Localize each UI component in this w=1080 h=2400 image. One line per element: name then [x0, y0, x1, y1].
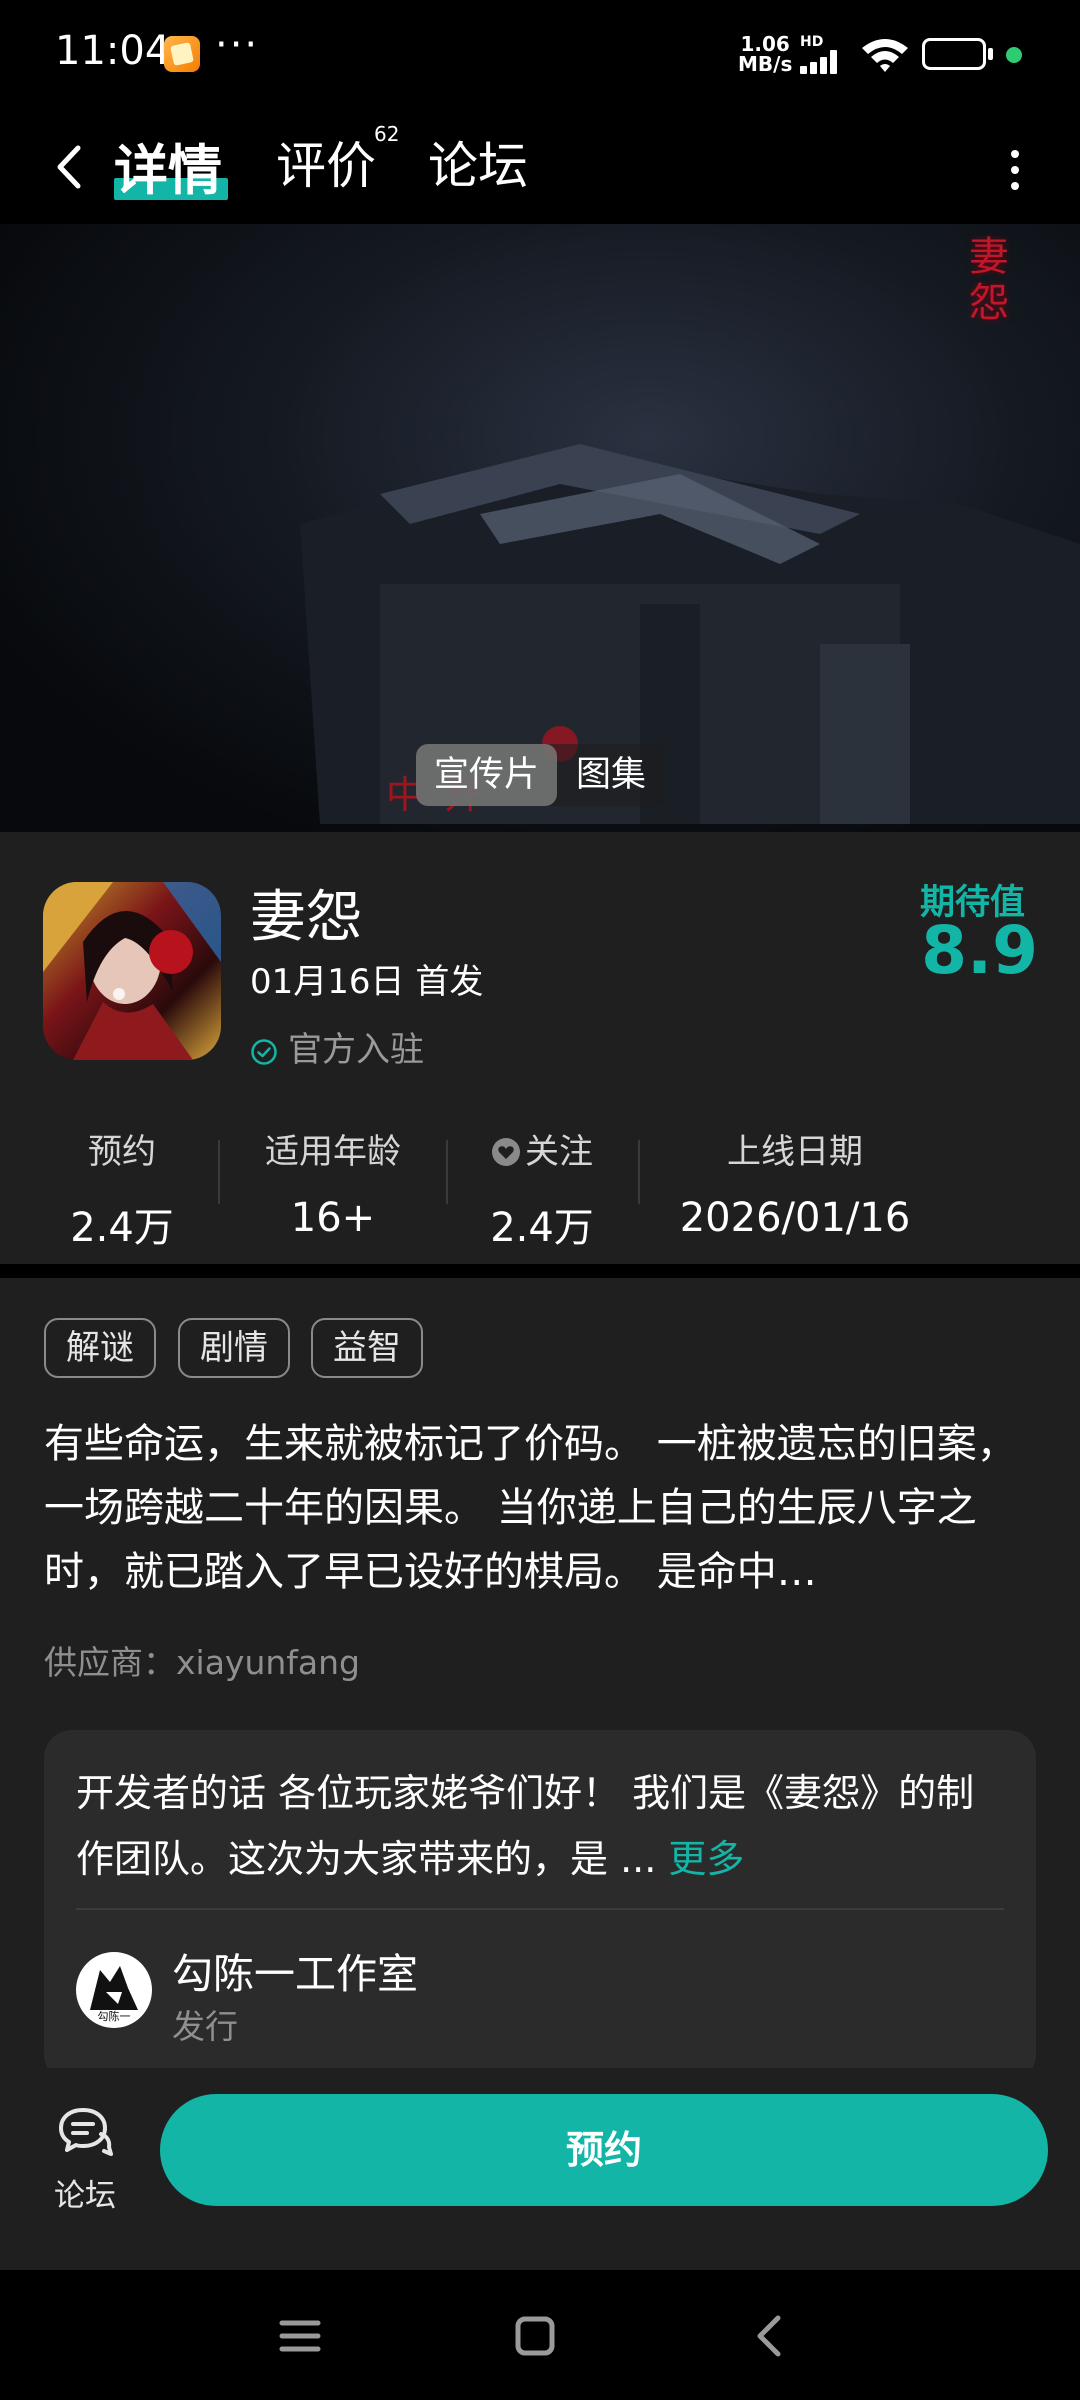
- stat-divider: [218, 1140, 220, 1204]
- battery-percent: 62: [939, 42, 969, 66]
- supplier-text: 供应商：xiayunfang: [44, 1643, 360, 1682]
- expectation-score: 8.9: [921, 912, 1038, 989]
- game-app-icon: [43, 882, 221, 1060]
- stat-follow-label: 关注: [472, 1124, 612, 1173]
- studio-logo[interactable]: 勾陈一: [76, 1952, 152, 2028]
- network-speed-value: 1.06: [740, 32, 790, 56]
- tag-puzzle[interactable]: 解谜: [44, 1318, 156, 1378]
- stat-divider: [446, 1140, 448, 1204]
- tag-story[interactable]: 剧情: [178, 1318, 290, 1378]
- menu-icon[interactable]: [270, 2306, 330, 2366]
- tab-forum-label: 论坛: [428, 137, 528, 195]
- status-time: 11:04: [55, 28, 171, 74]
- stat-value: 2.4万: [70, 1205, 174, 1251]
- hero-artwork: [300, 444, 1080, 824]
- tab-details[interactable]: 详情: [114, 126, 222, 205]
- notification-app-icon: [164, 36, 200, 72]
- studio-role: 发行: [172, 2007, 238, 2046]
- back-arrow-icon[interactable]: [44, 132, 104, 202]
- top-nav: 详情 评价 62 论坛: [0, 108, 1080, 224]
- network-speed-unit: MB/s: [738, 52, 793, 76]
- hero-red-title: 妻怨: [969, 234, 1009, 326]
- section-divider: [0, 1264, 1080, 1278]
- official-badge: 官方入驻: [250, 1022, 424, 1071]
- forum-chat-icon: [59, 2108, 113, 2156]
- reserve-button[interactable]: 预约: [160, 2094, 1048, 2206]
- system-nav-bar: [0, 2270, 1080, 2400]
- studio-logo-text: 勾陈一: [98, 2009, 131, 2023]
- stat-divider: [638, 1140, 640, 1204]
- forum-button[interactable]: 论坛: [40, 2104, 130, 2224]
- cellular-signal-icon: [800, 50, 846, 74]
- wifi-icon: [862, 39, 908, 72]
- bottom-action-bar: 论坛 预约: [0, 2068, 1080, 2270]
- stat-reservations: 预约 2.4万: [52, 1124, 192, 1253]
- game-icon-art: [43, 882, 221, 1060]
- status-bar: 11:04 ··· 1.06 MB/s HD 62: [0, 0, 1080, 108]
- developer-notes-body: 开发者的话 各位玩家姥爷们好！ 我们是《妻怨》的制作团队。这次为大家带来的，是 …: [76, 1771, 975, 1881]
- media-tab-gallery[interactable]: 图集: [558, 744, 664, 806]
- official-label: 官方入驻: [288, 1030, 424, 1070]
- privacy-indicator-dot: [1006, 47, 1022, 63]
- tab-details-label: 详情: [114, 139, 222, 202]
- home-square-icon[interactable]: [505, 2306, 565, 2366]
- media-tab-trailer[interactable]: 宣传片: [416, 744, 558, 806]
- heart-icon: [492, 1138, 520, 1166]
- tab-reviews[interactable]: 评价: [276, 126, 376, 198]
- game-description[interactable]: 有些命运，生来就被标记了价码。 一桩被遗忘的旧案，一场跨越二十年的因果。 当你递…: [44, 1412, 1036, 1604]
- stat-label: 预约: [88, 1132, 156, 1172]
- card-divider: [76, 1908, 1004, 1910]
- back-triangle-icon[interactable]: [740, 2306, 800, 2366]
- more-link[interactable]: 更多: [668, 1837, 744, 1881]
- studio-name[interactable]: 勾陈一工作室: [172, 1940, 418, 2000]
- stat-value: 2.4万: [490, 1205, 594, 1251]
- battery-icon: 62: [922, 38, 986, 70]
- stat-launch-date: 上线日期 2026/01/16: [670, 1124, 920, 1241]
- developer-notes-text: 开发者的话 各位玩家姥爷们好！ 我们是《妻怨》的制作团队。这次为大家带来的，是 …: [76, 1760, 1006, 1892]
- hero-media[interactable]: 妻怨 中 开 宣传片 图集: [0, 224, 1080, 832]
- stat-label: 关注: [525, 1132, 593, 1172]
- game-title: 妻怨: [250, 885, 362, 950]
- studio-logo-art: 勾陈一: [90, 1966, 138, 2023]
- tab-reviews-label: 评价: [276, 137, 376, 195]
- stat-value: 2026/01/16: [679, 1195, 911, 1241]
- stat-label: 适用年龄: [265, 1132, 401, 1172]
- stat-value: 16+: [290, 1195, 376, 1241]
- stat-label: 上线日期: [727, 1132, 863, 1172]
- game-info-panel: 妻怨 01月16日 首发 官方入驻 期待值 8.9 预约 2.4万 适用年龄 1…: [0, 832, 1080, 1264]
- battery-tip: [988, 48, 993, 60]
- media-tabs: 宣传片 图集: [416, 744, 666, 806]
- release-date-text: 01月16日 首发: [250, 962, 484, 1002]
- tag-brain[interactable]: 益智: [311, 1318, 423, 1378]
- developer-notes-card[interactable]: 开发者的话 各位玩家姥爷们好！ 我们是《妻怨》的制作团队。这次为大家带来的，是 …: [44, 1730, 1036, 2082]
- stat-followers[interactable]: 关注 2.4万: [472, 1124, 612, 1253]
- network-speed: 1.06 MB/s: [738, 34, 792, 74]
- more-notifications-icon: ···: [215, 22, 260, 68]
- more-vertical-icon[interactable]: [1000, 140, 1030, 200]
- tab-forum[interactable]: 论坛: [428, 126, 528, 198]
- reviews-count-badge: 62: [374, 122, 400, 146]
- forum-label: 论坛: [54, 2178, 116, 2214]
- stat-age-rating: 适用年龄 16+: [250, 1124, 416, 1241]
- description-section: 解谜 剧情 益智 有些命运，生来就被标记了价码。 一桩被遗忘的旧案，一场跨越二十…: [0, 1278, 1080, 2082]
- hd-indicator: HD: [800, 34, 824, 50]
- check-circle-icon: [251, 1038, 277, 1065]
